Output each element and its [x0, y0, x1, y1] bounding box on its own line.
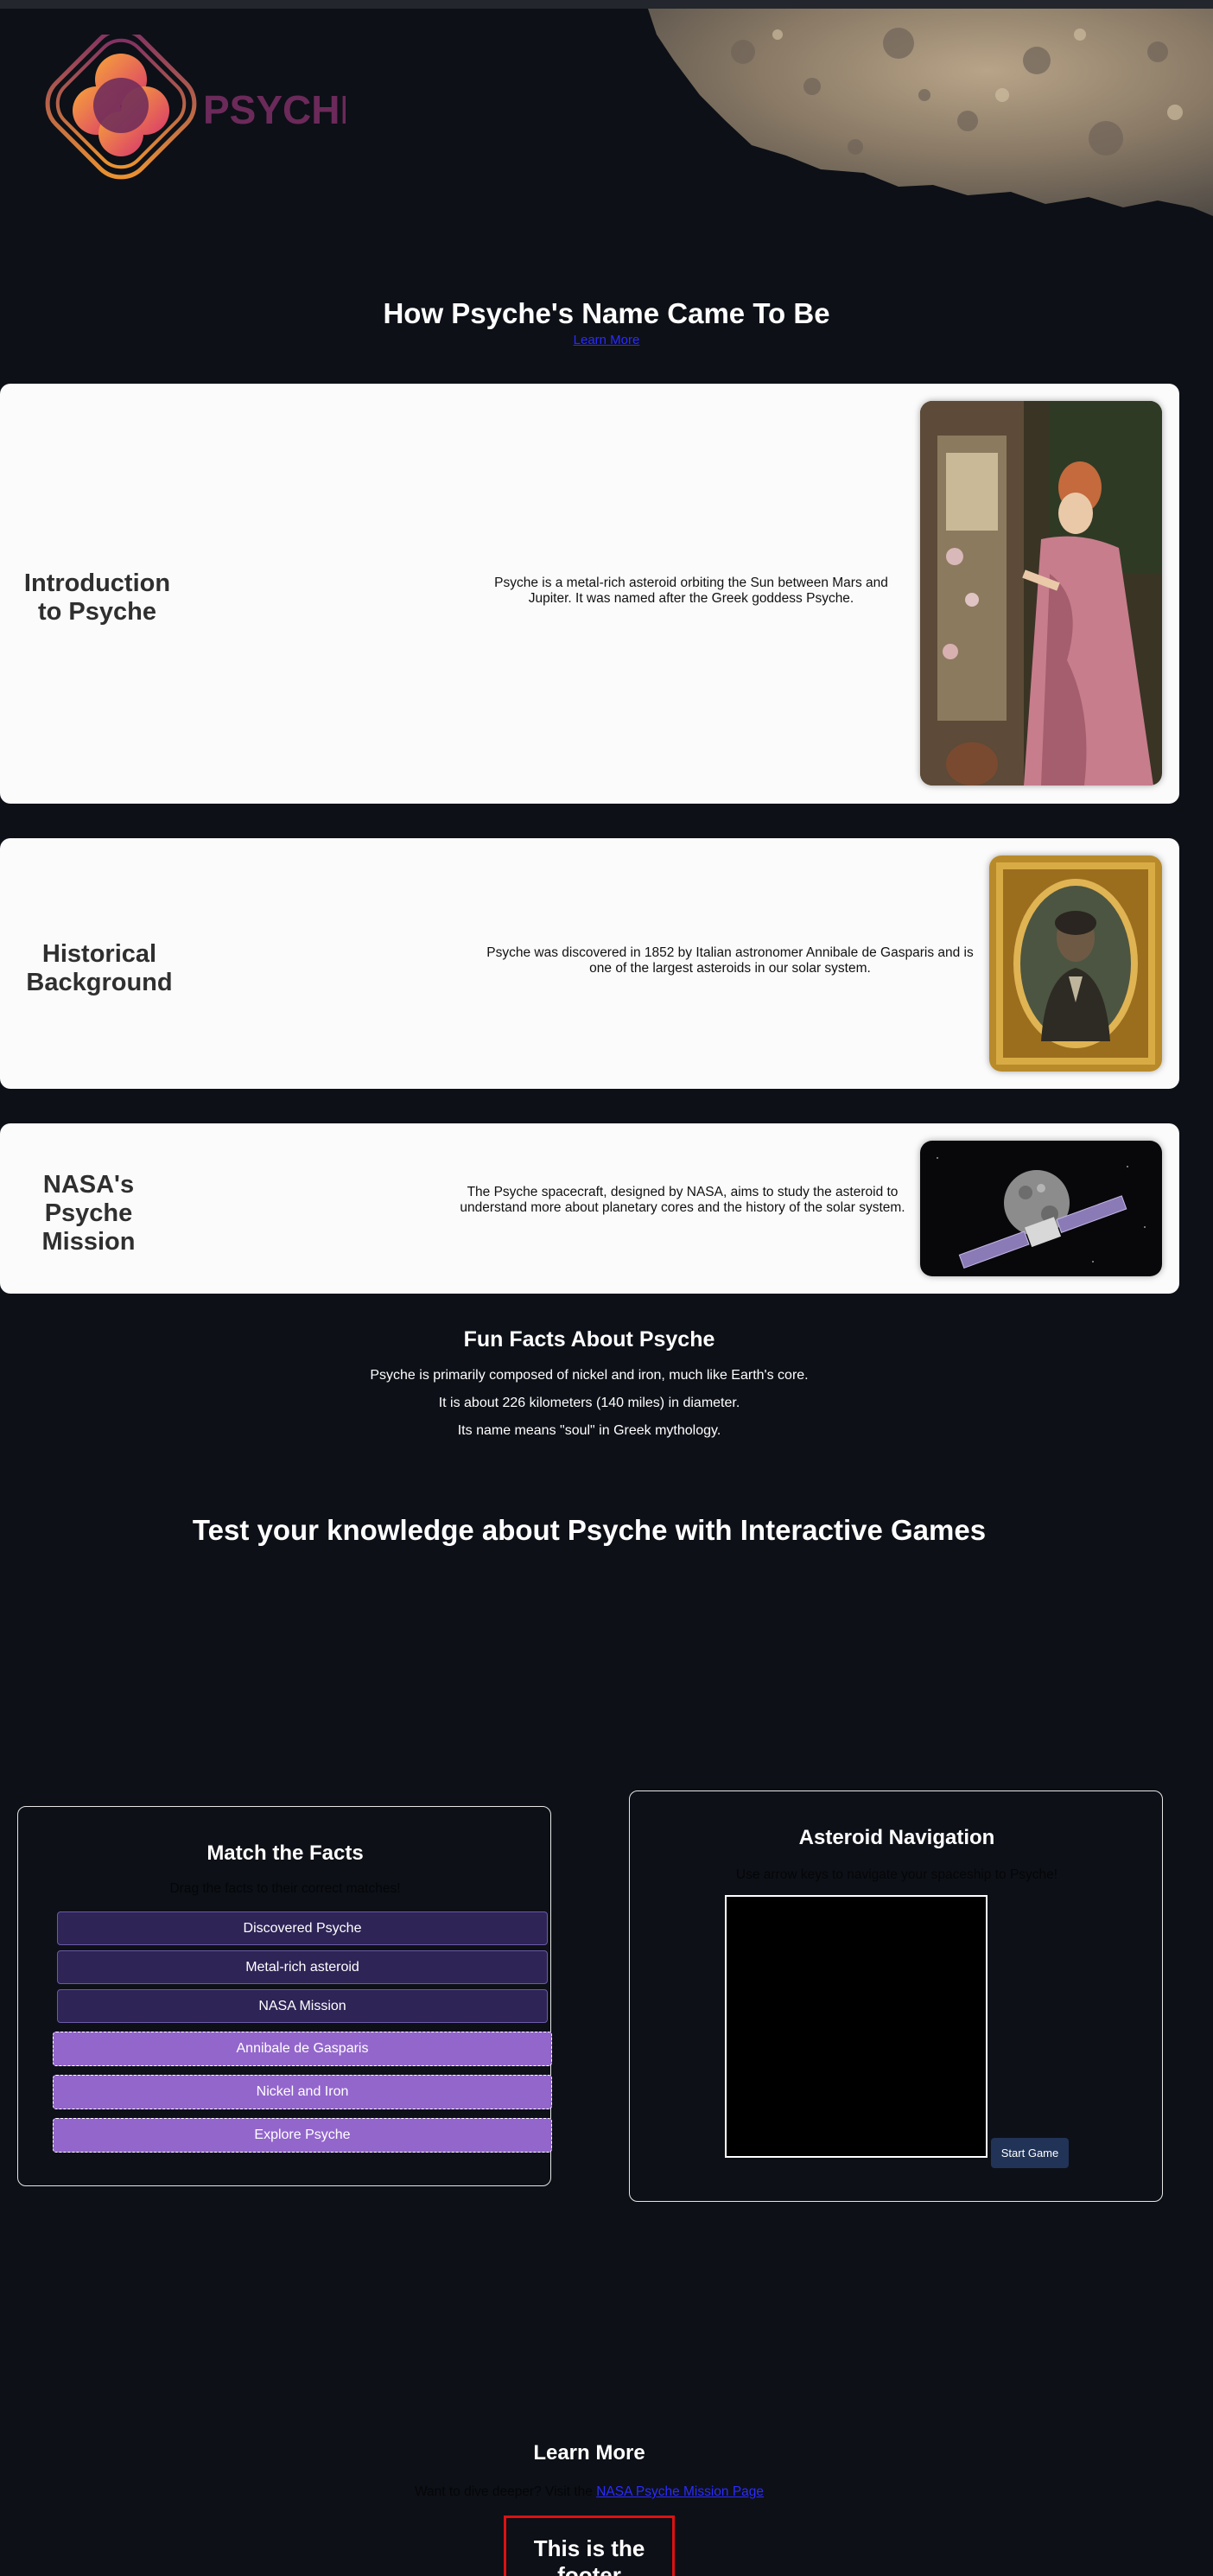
fact-item: It is about 226 kilometers (140 miles) i… [438, 1396, 740, 1410]
learn-more-text: Want to dive deeper? Visit the NASA Psyc… [0, 2484, 1178, 2500]
learn-more-link[interactable]: Learn More [574, 333, 640, 347]
mission-card: NASA's Psyche Mission The Psyche spacecr… [0, 1123, 1179, 1294]
game-instructions: Drag the facts to their correct matches! [169, 1881, 401, 1896]
painting-psyche-goddess-icon [920, 401, 1162, 786]
fact-prompt-composition[interactable]: Metal-rich asteroid [57, 1950, 548, 1984]
history-card: Historical Background Psyche was discove… [0, 838, 1179, 1089]
draggable-answer[interactable]: Explore Psyche [53, 2118, 552, 2153]
asteroid-navigation-game: Asteroid Navigation Use arrow keys to na… [629, 1790, 1163, 2202]
fact-item: Its name means "soul" in Greek mythology… [457, 1423, 721, 1438]
games-section-title: Test your knowledge about Psyche with In… [192, 1514, 987, 1546]
card-heading: Introduction to Psyche [23, 569, 171, 626]
game-instructions: Use arrow keys to navigate your spaceshi… [735, 1867, 1058, 1882]
card-heading: Historical Background [26, 940, 173, 996]
nasa-mission-link[interactable]: NASA Psyche Mission Page [596, 2484, 764, 2499]
psyche-logo[interactable]: PSYCHE [43, 28, 366, 190]
draggable-answer[interactable]: Nickel and Iron [53, 2075, 552, 2109]
start-game-button[interactable]: Start Game [991, 2138, 1069, 2168]
draggable-answer[interactable]: Annibale de Gasparis [53, 2032, 552, 2066]
fact-prompt-discovered[interactable]: Discovered Psyche [57, 1911, 548, 1945]
fact-prompt-mission[interactable]: NASA Mission [57, 1989, 548, 2023]
fun-facts-title: Fun Facts About Psyche [463, 1327, 715, 1352]
learn-more-prefix: Want to dive deeper? Visit the [414, 2484, 593, 2499]
asteroid-surface-image [648, 9, 1213, 216]
match-facts-game: Match the Facts Drag the facts to their … [17, 1806, 552, 2186]
spacecraft-asteroid-icon [920, 1141, 1162, 1276]
portrait-annibale-de-gasparis-icon [989, 855, 1162, 1072]
learn-more-title: Learn More [533, 2441, 645, 2465]
card-text: The Psyche spacecraft, designed by NASA,… [460, 1185, 905, 1215]
footer-text: This is the footer [533, 2535, 645, 2576]
fact-item: Psyche is primarily composed of nickel a… [370, 1368, 809, 1383]
game-canvas[interactable] [725, 1895, 988, 2158]
game-title: Asteroid Navigation [798, 1826, 995, 1849]
brand-name: PSYCHE [203, 87, 346, 132]
card-text: Psyche was discovered in 1852 by Italian… [486, 945, 974, 976]
game-title: Match the Facts [206, 1841, 364, 1865]
hero-title: How Psyche's Name Came To Be [383, 297, 830, 329]
card-text: Psyche is a metal-rich asteroid orbiting… [494, 576, 888, 606]
card-heading: NASA's Psyche Mission [41, 1171, 136, 1256]
intro-card: Introduction to Psyche Psyche is a metal… [0, 384, 1179, 804]
psyche-logo-icon: PSYCHE [45, 28, 366, 180]
footer: This is the footer [504, 2516, 675, 2576]
